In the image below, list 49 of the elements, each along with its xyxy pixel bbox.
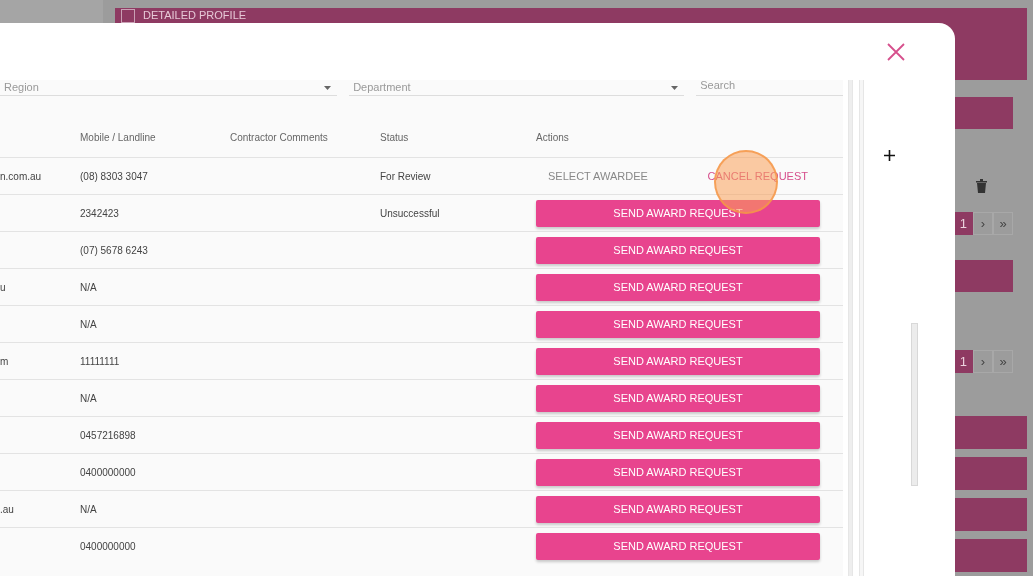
dropdown-caret-icon <box>324 86 332 90</box>
checkbox-icon[interactable] <box>121 9 135 23</box>
select-field[interactable]: Region <box>0 80 338 96</box>
dropdown-caret-icon <box>671 86 679 90</box>
send-request-button[interactable]: SEND AWARD REQUEST <box>536 495 820 523</box>
table-cell: 0400000000 <box>80 466 136 478</box>
next-page-button[interactable]: › <box>973 212 993 235</box>
table-cell: m <box>0 355 9 367</box>
table-cell: (08) 8303 3047 <box>80 170 148 182</box>
send-request-button[interactable]: SEND AWARD REQUEST <box>536 532 820 560</box>
last-page-button[interactable]: » <box>993 350 1013 373</box>
send-request-button[interactable]: SEND AWARD REQUEST <box>536 310 820 338</box>
send-request-button[interactable]: SEND AWARD REQUEST <box>536 199 820 227</box>
column-header: Actions <box>536 131 569 145</box>
table-cell: N/A <box>80 392 97 404</box>
section-title: DETAILED PROFILE <box>143 9 247 22</box>
next-page-button[interactable]: › <box>973 350 993 373</box>
search-field[interactable]: Search <box>696 80 843 96</box>
column-header: Mobile / Landline <box>80 132 156 143</box>
page-button[interactable]: 1 <box>953 350 973 373</box>
table-cell: N/A <box>80 318 97 330</box>
table-cell: n.com.au <box>0 170 42 182</box>
send-request-button[interactable]: SEND AWARD REQUEST <box>536 236 820 264</box>
close-icon[interactable] <box>887 42 905 61</box>
table-cell: 11111111 <box>80 355 120 367</box>
column-header: Status <box>380 132 409 143</box>
page-button[interactable]: 1 <box>953 212 973 235</box>
column-header: Contractor Comments <box>230 132 328 143</box>
select-field[interactable]: Department <box>349 80 685 96</box>
send-request-button[interactable]: SEND AWARD REQUEST <box>536 384 820 412</box>
status-text: Unsuccessful <box>380 207 440 219</box>
table-cell: (07) 5678 6243 <box>80 244 148 256</box>
select-awardee-button[interactable]: SELECT AWARDEE <box>536 162 660 190</box>
table-cell: N/A <box>80 503 97 515</box>
table-cell: 0400000000 <box>80 540 136 552</box>
table-cell: 2342423 <box>80 207 119 219</box>
table-cell: u <box>0 281 6 293</box>
plus-icon[interactable] <box>884 150 895 161</box>
send-request-button[interactable]: SEND AWARD REQUEST <box>536 347 820 375</box>
scrollbar-thumb[interactable] <box>911 323 918 486</box>
table-cell: N/A <box>80 281 97 293</box>
send-request-button[interactable]: SEND AWARD REQUEST <box>536 458 820 486</box>
table-cell: 0457216898 <box>80 429 136 441</box>
send-request-button[interactable]: SEND AWARD REQUEST <box>536 421 820 449</box>
status-text: For Review <box>380 170 431 182</box>
trash-icon[interactable] <box>976 179 987 193</box>
table-cell: .au <box>0 503 14 515</box>
send-request-button[interactable]: SEND AWARD REQUEST <box>536 273 820 301</box>
last-page-button[interactable]: » <box>993 212 1013 235</box>
